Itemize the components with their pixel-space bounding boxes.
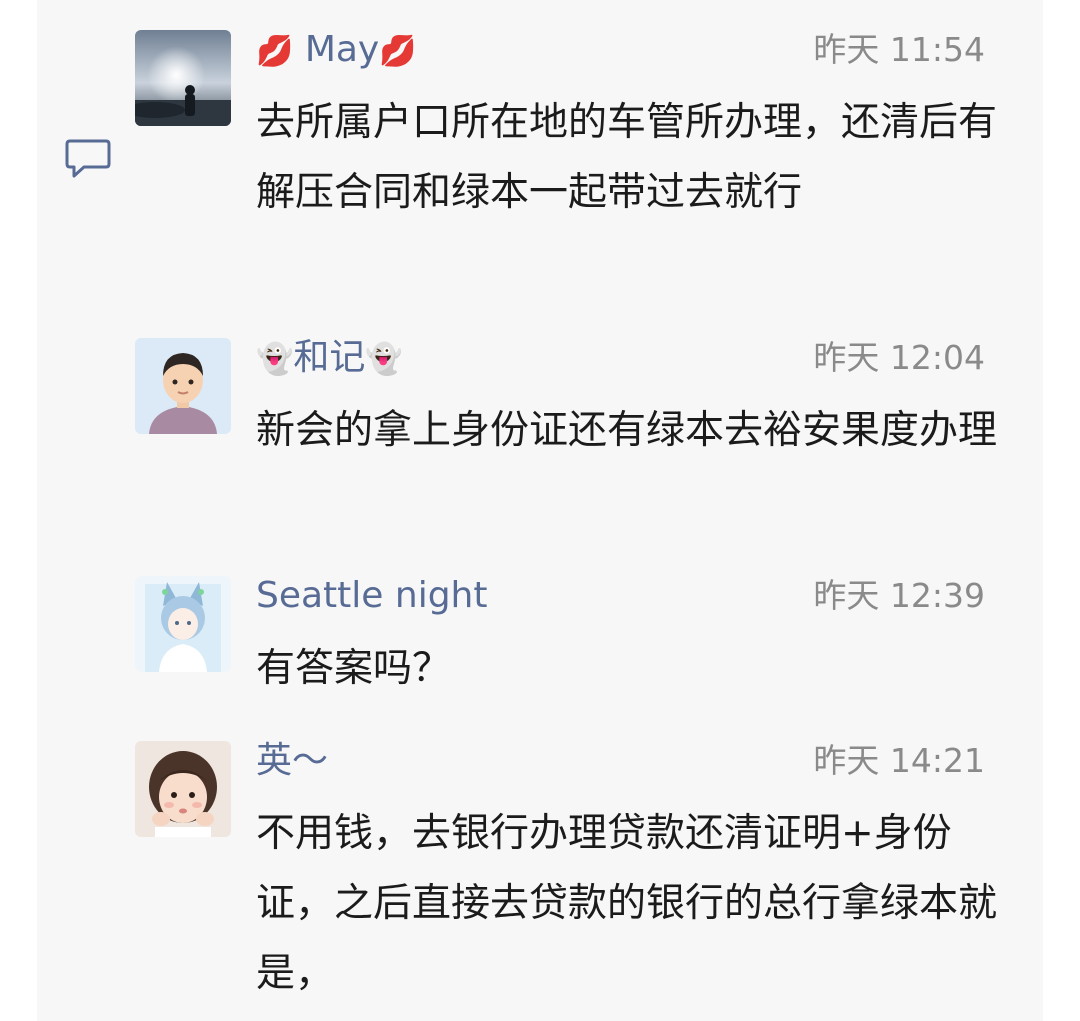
commenter-name[interactable]: Seattle night xyxy=(256,576,488,616)
commenter-name[interactable]: 英～ xyxy=(256,741,328,781)
comment-bubble-icon[interactable] xyxy=(64,138,112,180)
commenter-name[interactable]: 💋 May💋 xyxy=(256,30,417,72)
lips-emoji: 💋 xyxy=(379,34,417,69)
comment-time: 昨天 12:04 xyxy=(813,338,985,377)
comment-time: 昨天 12:39 xyxy=(813,576,985,615)
ghost-emoji: 👻 xyxy=(256,342,294,377)
cartoon-boy-avatar xyxy=(135,338,231,434)
comment-text: 新会的拿上身份证还有绿本去裕安果度办理 xyxy=(256,408,998,453)
comment-text: 去所属户口所在地的车管所办理，还清后有解压合同和绿本一起带过去就行 xyxy=(256,100,998,215)
comment-item: Seattle night 昨天 12:39 有答案吗？ xyxy=(135,576,1020,706)
comment-item: 英～ 昨天 14:21 不用钱，去银行办理贷款还清证明+身份证，之后直接去贷款的… xyxy=(135,741,1020,1011)
comment-time: 昨天 14:21 xyxy=(813,741,985,780)
avatar[interactable] xyxy=(135,741,231,837)
avatar[interactable] xyxy=(135,30,231,126)
commenter-name[interactable]: 👻和记👻 xyxy=(256,338,403,380)
lips-emoji: 💋 xyxy=(256,34,294,69)
comment-text: 不用钱，去银行办理贷款还清证明+身份证，之后直接去贷款的银行的总行拿绿本就是， xyxy=(256,811,998,996)
avatar[interactable] xyxy=(135,576,231,672)
comment-text: 有答案吗？ xyxy=(256,646,452,691)
anime-catgirl-avatar xyxy=(135,576,231,672)
little-girl-avatar xyxy=(135,741,231,837)
ghost-emoji: 👻 xyxy=(365,342,403,377)
sunset-silhouette-avatar xyxy=(135,30,231,126)
avatar[interactable] xyxy=(135,338,231,434)
comment-item: 💋 May💋 昨天 11:54 去所属户口所在地的车管所办理，还清后有解压合同和… xyxy=(135,30,1020,300)
comment-item: 👻和记👻 昨天 12:04 新会的拿上身份证还有绿本去裕安果度办理 xyxy=(135,338,1020,538)
comment-time: 昨天 11:54 xyxy=(813,30,985,69)
